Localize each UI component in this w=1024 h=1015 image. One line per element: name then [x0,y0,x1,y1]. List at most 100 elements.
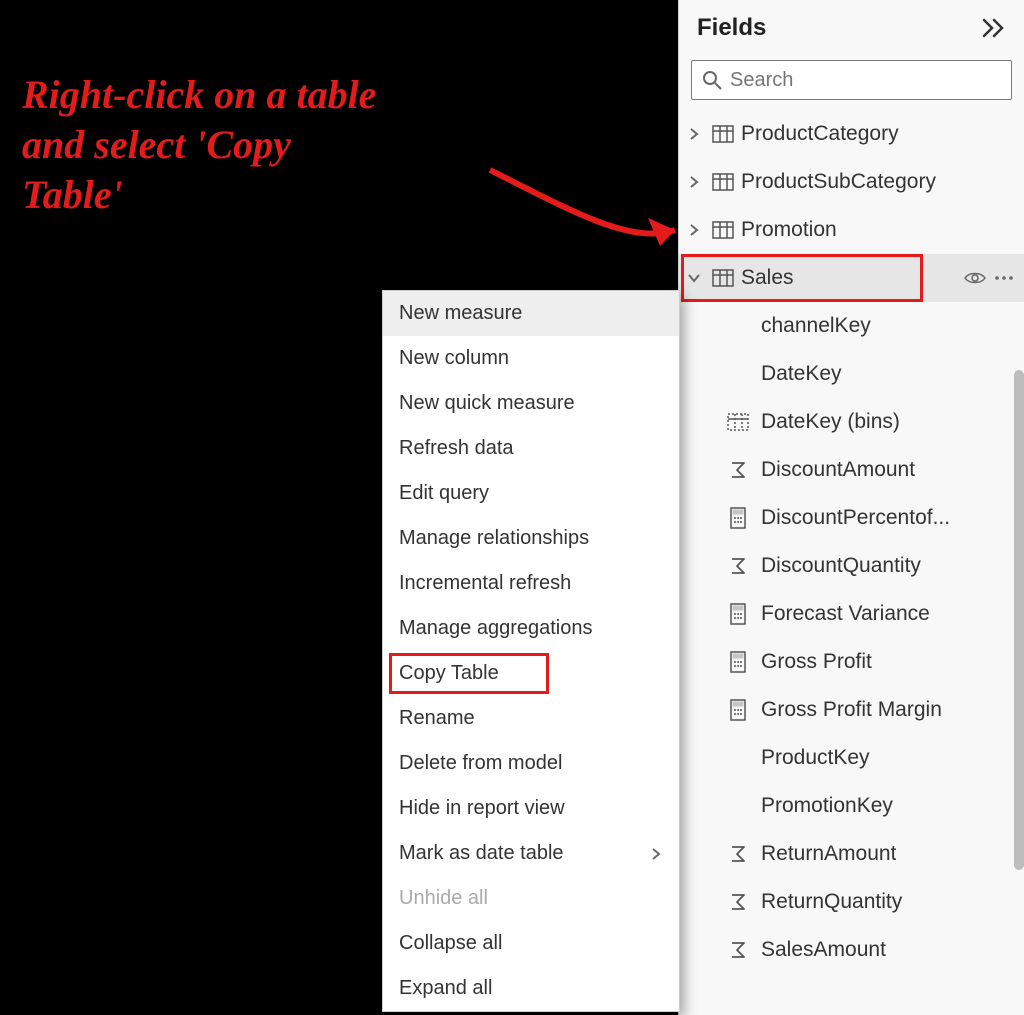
table-icon [711,266,735,290]
context-menu-item-manage-relationships[interactable]: Manage relationships [383,516,679,561]
calculator-icon [725,506,751,530]
context-menu-item-expand-all[interactable]: Expand all [383,966,679,1011]
context-menu-item-copy-table[interactable]: Copy Table [383,651,679,696]
context-menu-label: Refresh data [399,437,514,460]
annotation-arrow-icon [480,160,700,270]
field-row[interactable]: Forecast Variance [679,590,1024,638]
visibility-icon[interactable] [964,270,986,286]
field-row[interactable]: DateKey (bins) [679,398,1024,446]
field-label: DateKey (bins) [761,410,900,434]
fields-panel-title: Fields [697,14,766,42]
search-icon [702,70,722,90]
collapse-panel-icon[interactable] [982,18,1008,38]
context-menu-label: Hide in report view [399,797,565,820]
table-label: ProductCategory [741,122,899,146]
blank-icon [725,314,751,338]
scrollbar[interactable] [1014,370,1024,870]
context-menu-item-collapse-all[interactable]: Collapse all [383,921,679,966]
field-row[interactable]: ReturnAmount [679,830,1024,878]
table-label: Sales [741,266,794,290]
context-menu-item-hide-in-report-view[interactable]: Hide in report view [383,786,679,831]
calculator-icon [725,602,751,626]
context-menu-label: Unhide all [399,887,488,910]
context-menu-item-rename[interactable]: Rename [383,696,679,741]
context-menu-label: Edit query [399,482,489,505]
chevron-right-icon[interactable] [683,123,705,145]
chevron-right-icon [649,847,663,861]
fields-tables-list: ProductCategory ProductSubCategory Promo… [679,110,1024,1015]
sigma-icon [725,842,751,866]
table-row-promotion[interactable]: Promotion [679,206,1024,254]
field-row[interactable]: Gross Profit [679,638,1024,686]
context-menu-label: Collapse all [399,932,502,955]
calculator-icon [725,698,751,722]
context-menu-label: Rename [399,707,475,730]
field-row[interactable]: Gross Profit Margin [679,686,1024,734]
context-menu: New measure New column New quick measure Re… [382,290,680,1012]
table-row-productsubcategory[interactable]: ProductSubCategory [679,158,1024,206]
bin-icon [725,410,751,434]
table-row-sales[interactable]: Sales [679,254,1024,302]
context-menu-label: New measure [399,302,522,325]
context-menu-label: New quick measure [399,392,575,415]
blank-icon [725,746,751,770]
context-menu-item-new-quick-measure[interactable]: New quick measure [383,381,679,426]
chevron-down-icon[interactable] [683,267,705,289]
table-icon [711,170,735,194]
context-menu-label: Mark as date table [399,842,564,865]
fields-panel: Fields ProductCategory ProductSubCategor… [678,0,1024,1015]
field-label: Forecast Variance [761,602,930,626]
field-label: SalesAmount [761,938,886,962]
context-menu-label: Delete from model [399,752,562,775]
annotation-line1: Right-click on a table [22,70,582,120]
table-row-productcategory[interactable]: ProductCategory [679,110,1024,158]
table-icon [711,218,735,242]
field-label: DiscountAmount [761,458,915,482]
chevron-right-icon[interactable] [683,219,705,241]
context-menu-item-mark-as-date-table[interactable]: Mark as date table [383,831,679,876]
context-menu-label: Manage aggregations [399,617,592,640]
context-menu-label: Copy Table [399,662,499,685]
blank-icon [725,362,751,386]
context-menu-item-new-measure[interactable]: New measure [383,291,679,336]
table-label: ProductSubCategory [741,170,936,194]
field-row[interactable]: ReturnQuantity [679,878,1024,926]
field-row[interactable]: PromotionKey [679,782,1024,830]
field-row[interactable]: SalesAmount [679,926,1024,974]
context-menu-item-delete-from-model[interactable]: Delete from model [383,741,679,786]
sigma-icon [725,890,751,914]
field-row[interactable]: DiscountPercentof... [679,494,1024,542]
context-menu-label: Manage relationships [399,527,589,550]
field-row[interactable]: DiscountAmount [679,446,1024,494]
field-label: PromotionKey [761,794,893,818]
sigma-icon [725,938,751,962]
context-menu-item-edit-query[interactable]: Edit query [383,471,679,516]
field-label: ReturnQuantity [761,890,902,914]
context-menu-item-manage-aggregations[interactable]: Manage aggregations [383,606,679,651]
table-icon [711,122,735,146]
field-label: DiscountPercentof... [761,506,950,530]
context-menu-item-incremental-refresh[interactable]: Incremental refresh [383,561,679,606]
search-input[interactable] [730,69,1001,92]
field-label: Gross Profit Margin [761,698,942,722]
field-row[interactable]: DiscountQuantity [679,542,1024,590]
more-options-icon[interactable] [994,275,1014,281]
field-label: channelKey [761,314,871,338]
field-label: DateKey [761,362,842,386]
sigma-icon [725,458,751,482]
chevron-right-icon[interactable] [683,171,705,193]
fields-panel-header: Fields [679,0,1024,56]
calculator-icon [725,650,751,674]
context-menu-item-new-column[interactable]: New column [383,336,679,381]
field-label: ReturnAmount [761,842,896,866]
field-label: Gross Profit [761,650,872,674]
context-menu-label: Expand all [399,977,492,1000]
field-label: ProductKey [761,746,870,770]
field-row[interactable]: ProductKey [679,734,1024,782]
table-label: Promotion [741,218,837,242]
search-input-container[interactable] [691,60,1012,100]
context-menu-item-refresh-data[interactable]: Refresh data [383,426,679,471]
field-row[interactable]: DateKey [679,350,1024,398]
context-menu-label: Incremental refresh [399,572,571,595]
field-row[interactable]: channelKey [679,302,1024,350]
